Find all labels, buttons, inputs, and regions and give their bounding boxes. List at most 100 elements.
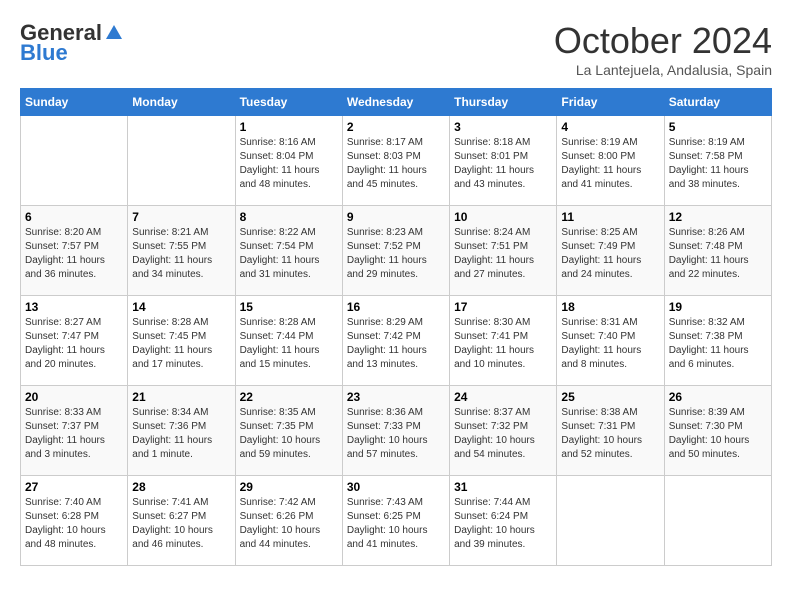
day-info: Sunrise: 8:25 AM Sunset: 7:49 PM Dayligh… [561, 226, 659, 282]
day-info: Sunrise: 8:34 AM Sunset: 7:36 PM Dayligh… [132, 406, 230, 462]
calendar-cell: 8 Sunrise: 8:22 AM Sunset: 7:54 PM Daylig… [235, 206, 342, 296]
calendar-cell: 18Sunrise: 8:31 AM Sunset: 7:40 PM Dayli… [557, 296, 664, 386]
day-number: 14 [132, 300, 230, 314]
day-info: Sunrise: 8:17 AM Sunset: 8:03 PM Dayligh… [347, 136, 445, 192]
day-number: 28 [132, 480, 230, 494]
logo-blue-text: Blue [20, 40, 68, 66]
calendar-cell: 11 Sunrise: 8:25 AM Sunset: 7:49 PM Dayli… [557, 206, 664, 296]
weekday-header-cell: Sunday [21, 89, 128, 116]
day-info: Sunrise: 8:33 AM Sunset: 7:37 PM Dayligh… [25, 406, 123, 462]
calendar-cell: 26 Sunrise: 8:39 AM Sunset: 7:30 PM Dayli… [664, 386, 771, 476]
day-number: 12 [669, 210, 767, 224]
day-info: Sunrise: 7:44 AM Sunset: 6:24 PM Dayligh… [454, 496, 552, 552]
day-number: 16 [347, 300, 445, 314]
day-number: 29 [240, 480, 338, 494]
day-info: Sunrise: 8:38 AM Sunset: 7:31 PM Dayligh… [561, 406, 659, 462]
day-number: 23 [347, 390, 445, 404]
calendar-cell [128, 116, 235, 206]
day-number: 5 [669, 120, 767, 134]
day-number: 9 [347, 210, 445, 224]
calendar-cell: 6 Sunrise: 8:20 AM Sunset: 7:57 PM Daylig… [21, 206, 128, 296]
logo-icon [104, 23, 124, 43]
calendar-cell: 21 Sunrise: 8:34 AM Sunset: 7:36 PM Dayli… [128, 386, 235, 476]
day-info: Sunrise: 8:37 AM Sunset: 7:32 PM Dayligh… [454, 406, 552, 462]
logo: General Blue [20, 20, 124, 66]
calendar-cell: 5 Sunrise: 8:19 AM Sunset: 7:58 PM Daylig… [664, 116, 771, 206]
calendar-week-row: 6 Sunrise: 8:20 AM Sunset: 7:57 PM Daylig… [21, 206, 772, 296]
day-number: 3 [454, 120, 552, 134]
calendar-cell: 1Sunrise: 8:16 AM Sunset: 8:04 PM Daylig… [235, 116, 342, 206]
calendar-cell: 16 Sunrise: 8:29 AM Sunset: 7:42 PM Dayli… [342, 296, 449, 386]
day-info: Sunrise: 8:18 AM Sunset: 8:01 PM Dayligh… [454, 136, 552, 192]
day-info: Sunrise: 8:29 AM Sunset: 7:42 PM Dayligh… [347, 316, 445, 372]
calendar-cell: 13Sunrise: 8:27 AM Sunset: 7:47 PM Dayli… [21, 296, 128, 386]
day-number: 7 [132, 210, 230, 224]
calendar-cell: 23 Sunrise: 8:36 AM Sunset: 7:33 PM Dayli… [342, 386, 449, 476]
day-info: Sunrise: 8:21 AM Sunset: 7:55 PM Dayligh… [132, 226, 230, 282]
day-number: 26 [669, 390, 767, 404]
day-info: Sunrise: 8:30 AM Sunset: 7:41 PM Dayligh… [454, 316, 552, 372]
day-info: Sunrise: 8:39 AM Sunset: 7:30 PM Dayligh… [669, 406, 767, 462]
day-number: 24 [454, 390, 552, 404]
day-number: 8 [240, 210, 338, 224]
calendar-cell: 30Sunrise: 7:43 AM Sunset: 6:25 PM Dayli… [342, 476, 449, 566]
calendar-cell: 20Sunrise: 8:33 AM Sunset: 7:37 PM Dayli… [21, 386, 128, 476]
calendar-week-row: 27 Sunrise: 7:40 AM Sunset: 6:28 PM Dayli… [21, 476, 772, 566]
day-info: Sunrise: 8:19 AM Sunset: 7:58 PM Dayligh… [669, 136, 767, 192]
day-number: 21 [132, 390, 230, 404]
day-info: Sunrise: 8:19 AM Sunset: 8:00 PM Dayligh… [561, 136, 659, 192]
calendar-cell: 31Sunrise: 7:44 AM Sunset: 6:24 PM Dayli… [450, 476, 557, 566]
calendar-week-row: 13Sunrise: 8:27 AM Sunset: 7:47 PM Dayli… [21, 296, 772, 386]
weekday-header-cell: Monday [128, 89, 235, 116]
weekday-header-cell: Wednesday [342, 89, 449, 116]
day-info: Sunrise: 8:22 AM Sunset: 7:54 PM Dayligh… [240, 226, 338, 282]
calendar-cell [21, 116, 128, 206]
day-info: Sunrise: 8:26 AM Sunset: 7:48 PM Dayligh… [669, 226, 767, 282]
weekday-header-cell: Friday [557, 89, 664, 116]
day-info: Sunrise: 8:36 AM Sunset: 7:33 PM Dayligh… [347, 406, 445, 462]
calendar-cell: 14 Sunrise: 8:28 AM Sunset: 7:45 PM Dayli… [128, 296, 235, 386]
calendar-cell: 27 Sunrise: 7:40 AM Sunset: 6:28 PM Dayli… [21, 476, 128, 566]
day-number: 6 [25, 210, 123, 224]
weekday-header-cell: Saturday [664, 89, 771, 116]
day-number: 2 [347, 120, 445, 134]
calendar-week-row: 1Sunrise: 8:16 AM Sunset: 8:04 PM Daylig… [21, 116, 772, 206]
day-info: Sunrise: 8:28 AM Sunset: 7:45 PM Dayligh… [132, 316, 230, 372]
day-number: 1 [240, 120, 338, 134]
page-header: General Blue October 2024 La Lantejuela,… [20, 20, 772, 78]
calendar-cell: 25 Sunrise: 8:38 AM Sunset: 7:31 PM Dayli… [557, 386, 664, 476]
day-number: 11 [561, 210, 659, 224]
day-info: Sunrise: 7:42 AM Sunset: 6:26 PM Dayligh… [240, 496, 338, 552]
calendar-cell: 3 Sunrise: 8:18 AM Sunset: 8:01 PM Daylig… [450, 116, 557, 206]
day-info: Sunrise: 8:20 AM Sunset: 7:57 PM Dayligh… [25, 226, 123, 282]
day-info: Sunrise: 7:41 AM Sunset: 6:27 PM Dayligh… [132, 496, 230, 552]
day-number: 25 [561, 390, 659, 404]
calendar-cell: 22 Sunrise: 8:35 AM Sunset: 7:35 PM Dayli… [235, 386, 342, 476]
calendar-cell: 19Sunrise: 8:32 AM Sunset: 7:38 PM Dayli… [664, 296, 771, 386]
day-number: 27 [25, 480, 123, 494]
calendar-table: SundayMondayTuesdayWednesdayThursdayFrid… [20, 88, 772, 566]
location-title: La Lantejuela, Andalusia, Spain [554, 62, 772, 78]
day-number: 4 [561, 120, 659, 134]
calendar-week-row: 20Sunrise: 8:33 AM Sunset: 7:37 PM Dayli… [21, 386, 772, 476]
calendar-cell: 10Sunrise: 8:24 AM Sunset: 7:51 PM Dayli… [450, 206, 557, 296]
calendar-cell: 12 Sunrise: 8:26 AM Sunset: 7:48 PM Dayli… [664, 206, 771, 296]
calendar-cell: 4 Sunrise: 8:19 AM Sunset: 8:00 PM Daylig… [557, 116, 664, 206]
calendar-cell: 28 Sunrise: 7:41 AM Sunset: 6:27 PM Dayli… [128, 476, 235, 566]
calendar-body: 1Sunrise: 8:16 AM Sunset: 8:04 PM Daylig… [21, 116, 772, 566]
day-info: Sunrise: 8:32 AM Sunset: 7:38 PM Dayligh… [669, 316, 767, 372]
calendar-cell: 15Sunrise: 8:28 AM Sunset: 7:44 PM Dayli… [235, 296, 342, 386]
weekday-header-cell: Thursday [450, 89, 557, 116]
day-info: Sunrise: 7:40 AM Sunset: 6:28 PM Dayligh… [25, 496, 123, 552]
day-number: 18 [561, 300, 659, 314]
calendar-cell: 24 Sunrise: 8:37 AM Sunset: 7:32 PM Dayli… [450, 386, 557, 476]
calendar-cell: 2 Sunrise: 8:17 AM Sunset: 8:03 PM Daylig… [342, 116, 449, 206]
month-title: October 2024 [554, 20, 772, 62]
calendar-cell: 17Sunrise: 8:30 AM Sunset: 7:41 PM Dayli… [450, 296, 557, 386]
day-number: 22 [240, 390, 338, 404]
day-info: Sunrise: 8:35 AM Sunset: 7:35 PM Dayligh… [240, 406, 338, 462]
day-info: Sunrise: 8:23 AM Sunset: 7:52 PM Dayligh… [347, 226, 445, 282]
day-info: Sunrise: 8:24 AM Sunset: 7:51 PM Dayligh… [454, 226, 552, 282]
calendar-cell [664, 476, 771, 566]
day-number: 15 [240, 300, 338, 314]
